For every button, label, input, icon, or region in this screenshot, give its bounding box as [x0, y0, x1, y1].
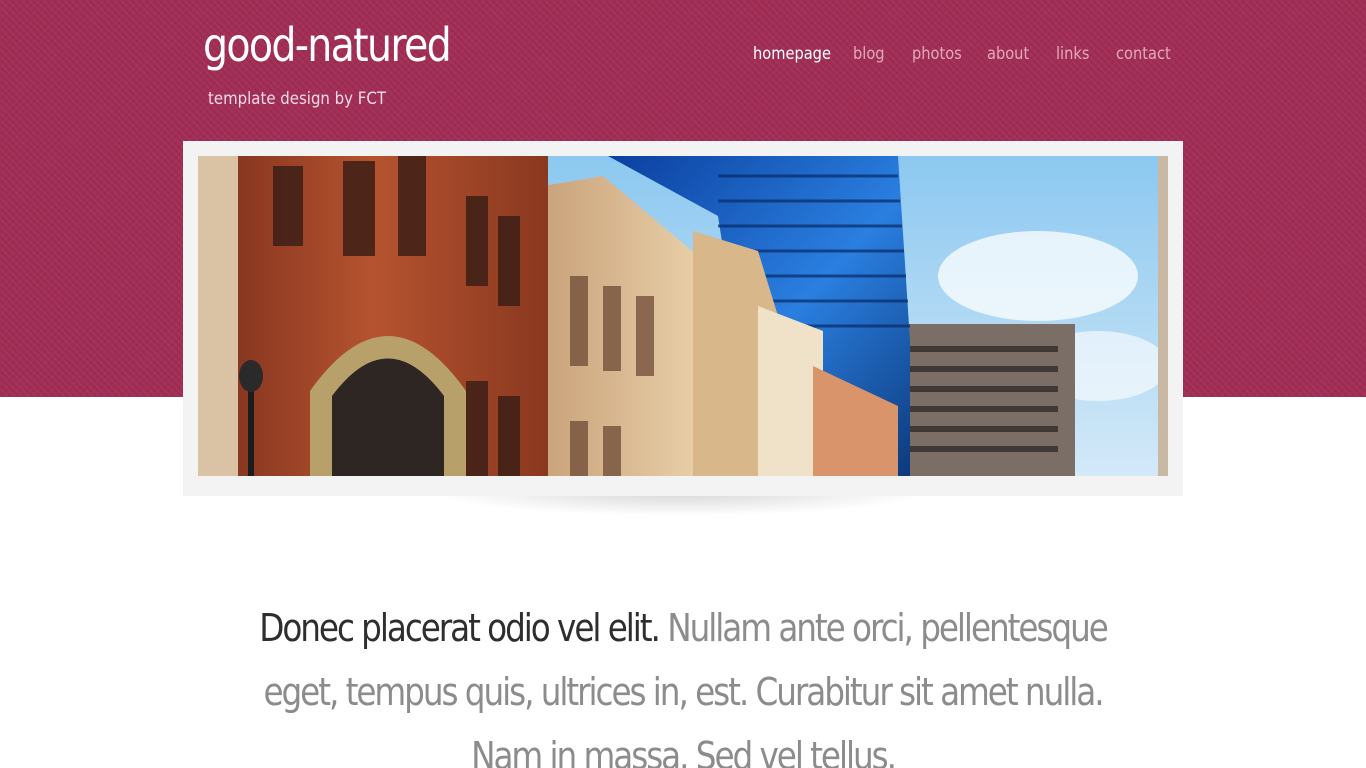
- main-nav: homepage blog photos about links contact: [0, 44, 1366, 70]
- nav-link-blog[interactable]: blog: [853, 44, 885, 64]
- site-tagline: template design by FCT: [208, 89, 386, 109]
- nav-link-about[interactable]: about: [987, 44, 1029, 64]
- nav-link-contact[interactable]: contact: [1116, 44, 1171, 64]
- nav-link-links[interactable]: links: [1056, 44, 1089, 64]
- banner-image: [198, 156, 1168, 476]
- intro-text: Donec placerat odio vel elit. Nullam ant…: [259, 596, 1109, 768]
- intro-lead: Donec placerat odio vel elit.: [259, 606, 661, 650]
- nav-link-homepage[interactable]: homepage: [753, 44, 831, 64]
- nav-link-photos[interactable]: photos: [912, 44, 962, 64]
